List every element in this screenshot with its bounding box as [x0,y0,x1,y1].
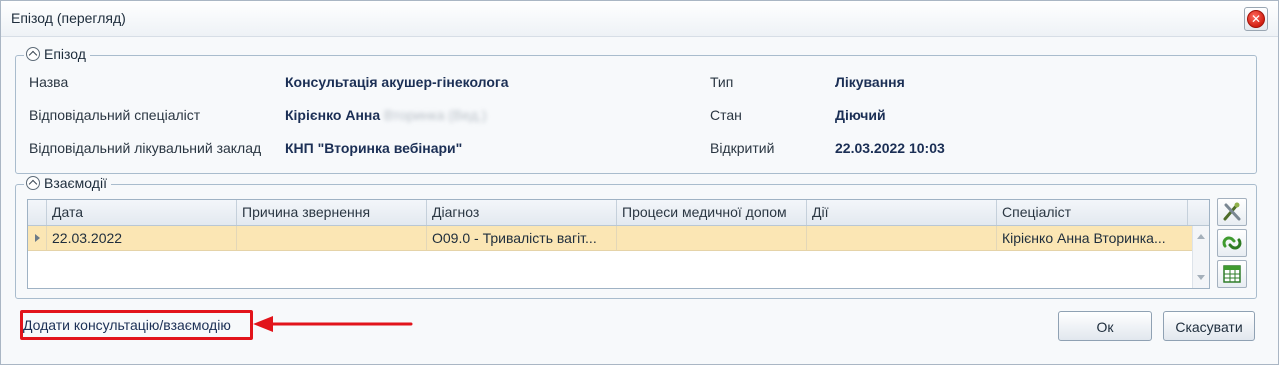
grid-header: Дата Причина звернення Діагноз Процеси м… [28,200,1209,226]
facility-label: Відповідальний лікувальний заклад [29,140,262,156]
refresh-link-button[interactable] [1217,229,1247,257]
episode-group: Епізод [15,46,1257,174]
row-indicator-icon [28,226,47,250]
column-header-specialist[interactable]: Спеціаліст [997,200,1188,225]
specialist-name: Кірієнко Анна [285,107,381,123]
close-icon: ✕ [1247,10,1265,28]
refresh-link-icon [1222,236,1242,250]
title-bar: Епізод (перегляд) ✕ [1,1,1278,37]
cell-reason[interactable] [237,226,427,250]
vertical-scrollbar[interactable] [1192,226,1209,288]
annotation-arrow-icon [253,316,413,332]
cell-actions[interactable] [807,226,997,250]
column-header-processes[interactable]: Процеси медичної допом [617,200,807,225]
edit-tools-button[interactable] [1217,198,1247,226]
episode-dialog: Епізод (перегляд) ✕ Епізод Назва Консуль… [0,0,1279,365]
column-header-reason[interactable]: Причина звернення [237,200,427,225]
interactions-group-header[interactable]: Взаємодії [24,175,111,191]
opened-value: 22.03.2022 10:03 [835,140,945,156]
type-label: Тип [710,74,734,90]
episode-group-header[interactable]: Епізод [24,46,90,62]
episode-group-title: Епізод [44,46,86,62]
close-button[interactable]: ✕ [1244,7,1268,31]
specialist-blurred-text: Вторинка (Вед.) [384,107,487,123]
header-indicator-cell [28,200,47,225]
specialist-value: Кірієнко Анна Вторинка (Вед.) [285,107,487,123]
name-value: Консультація акушер-гінеколога [285,74,509,90]
collapse-icon[interactable] [26,176,40,190]
column-header-date[interactable]: Дата [47,200,237,225]
window-title: Епізод (перегляд) [11,10,126,26]
spreadsheet-button[interactable] [1217,260,1247,288]
cancel-button[interactable]: Скасувати [1163,311,1255,341]
type-value: Лікування [835,74,905,90]
state-value: Діючий [835,107,886,123]
scroll-up-icon[interactable] [1197,234,1205,239]
interactions-group-title: Взаємодії [44,175,107,191]
name-label: Назва [29,74,69,90]
specialist-label: Відповідальний спеціаліст [29,107,201,123]
state-label: Стан [710,107,742,123]
spreadsheet-icon [1223,265,1241,283]
cell-diagnosis[interactable]: O09.0 - Тривалість вагіт... [427,226,617,250]
opened-label: Відкритий [710,140,775,156]
ok-button[interactable]: Ок [1058,311,1152,341]
scroll-down-icon[interactable] [1197,275,1205,280]
collapse-icon[interactable] [26,47,40,61]
annotation-highlight-box [20,310,253,340]
interactions-grid: Дата Причина звернення Діагноз Процеси м… [27,199,1210,289]
edit-tools-icon [1223,202,1241,221]
facility-value: КНП "Вторинка вебінари" [285,140,463,156]
cell-date[interactable]: 22.03.2022 [47,226,237,250]
column-header-actions[interactable]: Дії [807,200,997,225]
cell-processes[interactable] [617,226,807,250]
cell-specialist[interactable]: Кірієнко Анна Вторинка... [997,226,1192,250]
column-header-diagnosis[interactable]: Діагноз [427,200,617,225]
table-row[interactable]: 22.03.2022 O09.0 - Тривалість вагіт... К… [28,226,1192,251]
